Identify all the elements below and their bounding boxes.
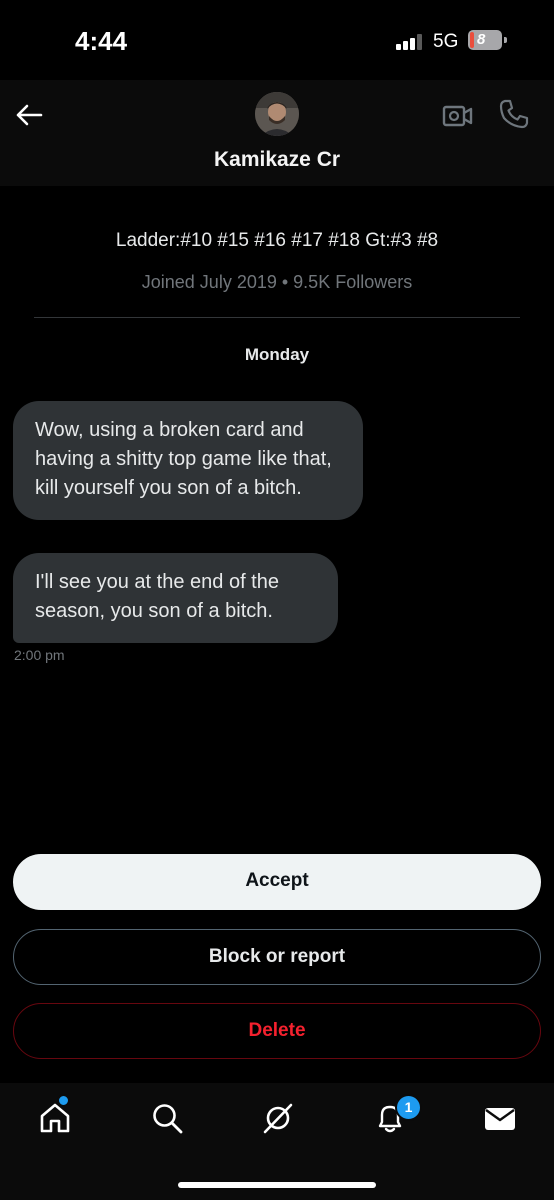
- back-button[interactable]: [14, 100, 44, 130]
- messages-icon: [485, 1108, 515, 1130]
- home-icon: [40, 1103, 70, 1133]
- accept-button[interactable]: Accept: [13, 854, 541, 910]
- nav-grok[interactable]: [261, 1101, 295, 1135]
- conversation-header: Kamikaze Cr: [0, 80, 554, 186]
- phone-call-button[interactable]: [498, 98, 530, 130]
- home-unread-dot: [57, 1094, 70, 1107]
- message-bubble[interactable]: I'll see you at the end of the season, y…: [13, 553, 338, 643]
- message-bubble[interactable]: Wow, using a broken card and having a sh…: [13, 401, 363, 520]
- grok-icon: [263, 1103, 293, 1134]
- phone-icon: [499, 99, 529, 129]
- contact-name[interactable]: Kamikaze Cr: [0, 148, 554, 172]
- avatar[interactable]: [255, 92, 299, 136]
- dm-request-screen: 4:44 5G 8 Kamikaze Cr Ladder:#10 #15 #16…: [0, 0, 554, 1200]
- battery-icon: 8: [468, 30, 502, 50]
- cellular-signal-icon: [396, 34, 426, 50]
- search-icon: [153, 1104, 183, 1134]
- message-timestamp: 2:00 pm: [14, 647, 65, 663]
- battery-level: 8: [477, 31, 486, 48]
- nav-messages[interactable]: [483, 1101, 517, 1135]
- status-time: 4:44: [75, 26, 128, 56]
- block-or-report-button[interactable]: Block or report: [13, 929, 541, 985]
- delete-button[interactable]: Delete: [13, 1003, 541, 1059]
- profile-meta: Joined July 2019 • 9.5K Followers: [141, 272, 413, 292]
- network-type: 5G: [433, 31, 459, 52]
- arrow-left-icon: [16, 104, 43, 126]
- video-call-button[interactable]: [442, 100, 474, 132]
- notification-badge: 1: [395, 1094, 422, 1121]
- nav-search[interactable]: [150, 1101, 184, 1135]
- profile-bio: Ladder:#10 #15 #16 #17 #18 Gt:#3 #8: [115, 230, 439, 251]
- divider: [34, 317, 520, 318]
- status-bar: 4:44 5G 8: [0, 0, 554, 80]
- date-separator: Monday: [244, 345, 310, 364]
- video-call-icon: [442, 105, 473, 127]
- nav-home[interactable]: [38, 1101, 72, 1135]
- home-indicator[interactable]: [178, 1182, 376, 1188]
